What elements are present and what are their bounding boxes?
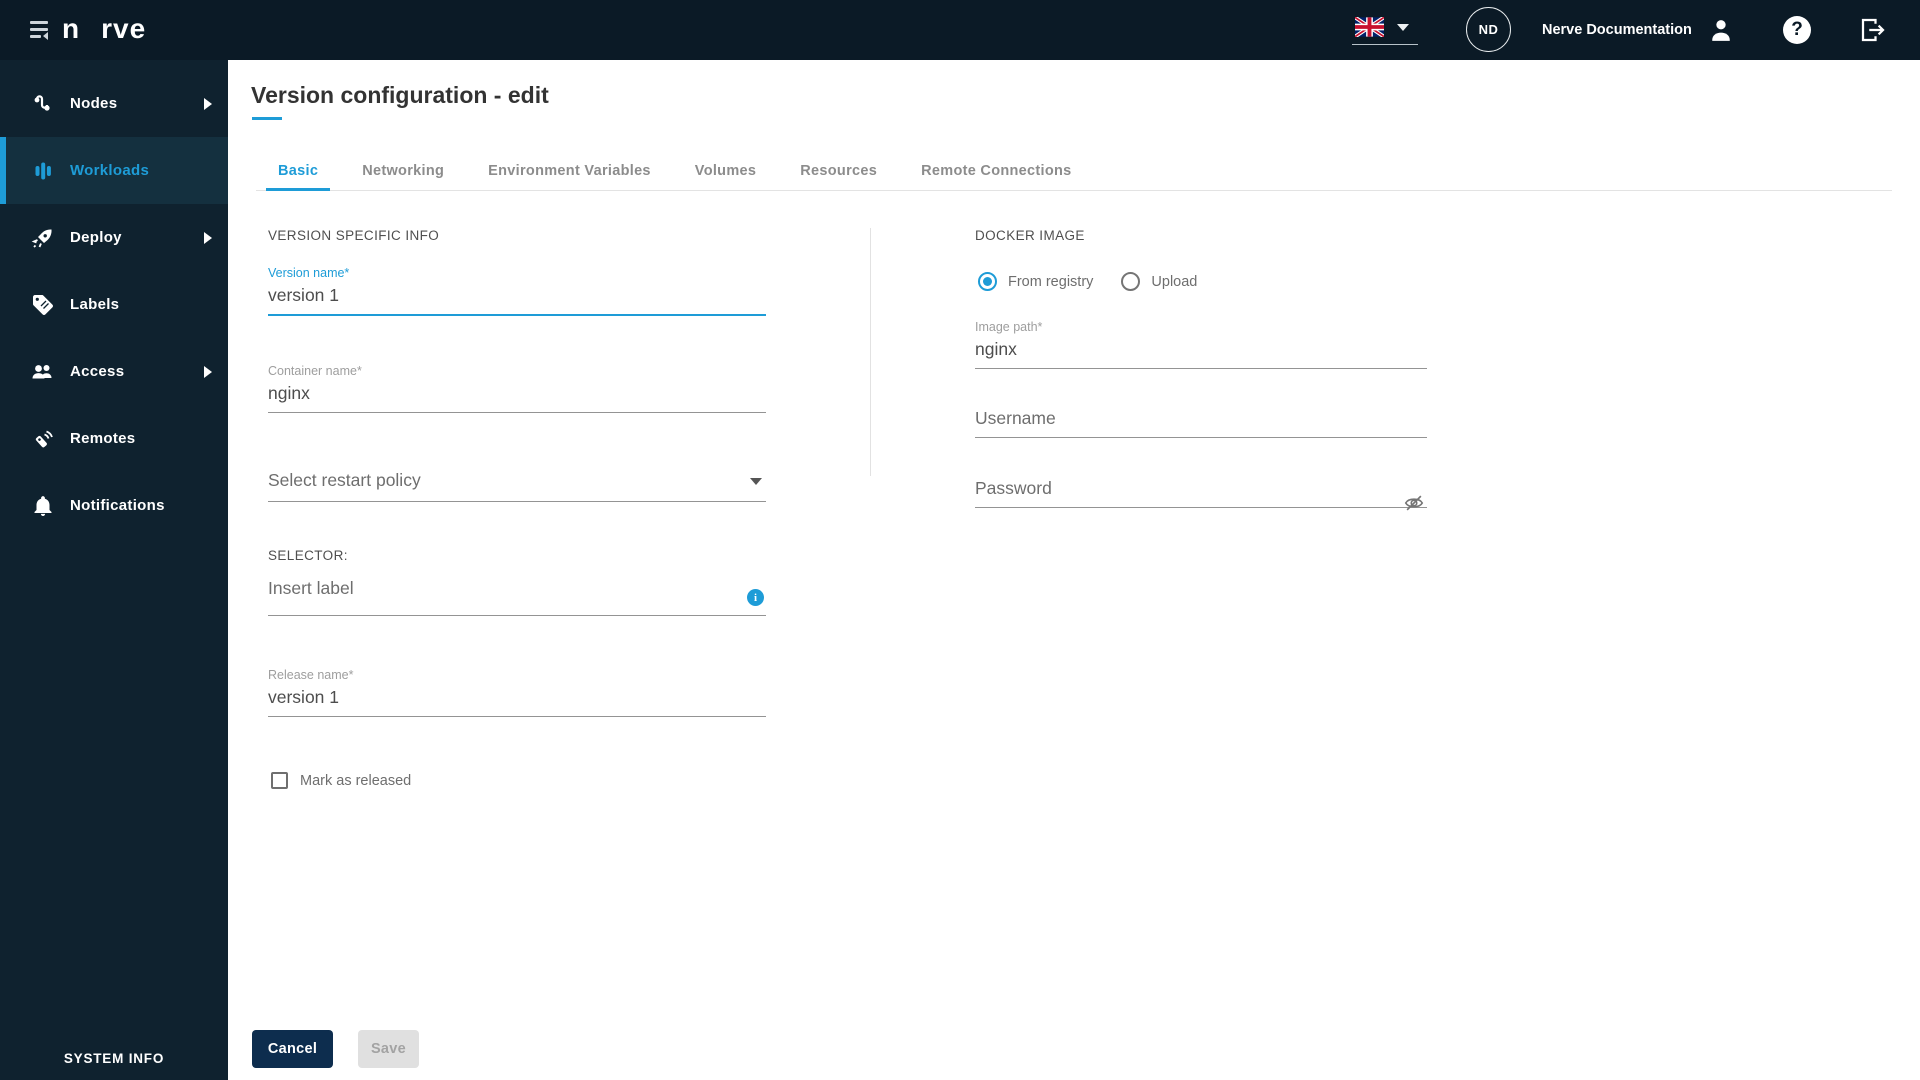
title-accent-bar	[252, 117, 282, 120]
sidebar-item-label: Labels	[70, 296, 120, 313]
from-registry-radio[interactable]	[978, 272, 997, 291]
page-title: Version configuration - edit	[251, 82, 549, 108]
sidebar-item-label: Notifications	[70, 497, 165, 514]
tag-icon	[30, 292, 56, 318]
sidebar: Nodes Workloads Deploy Labels Access Rem…	[0, 60, 228, 1080]
container-name-label: Container name*	[268, 364, 362, 378]
sidebar-item-label: Deploy	[70, 229, 122, 246]
image-path-label: Image path*	[975, 320, 1043, 334]
system-info-button[interactable]: SYSTEM INFO	[0, 1051, 228, 1066]
version-specific-info-header: VERSION SPECIFIC INFO	[268, 228, 440, 243]
image-path-input[interactable]	[975, 337, 1427, 369]
from-registry-label[interactable]: From registry	[1008, 274, 1093, 290]
sidebar-item-notifications[interactable]: Notifications	[0, 472, 228, 539]
docker-image-header: DOCKER IMAGE	[975, 228, 1085, 243]
sidebar-item-nodes[interactable]: Nodes	[0, 70, 228, 137]
version-name-label: Version name*	[268, 266, 350, 280]
image-source-radio-group: From registry Upload	[978, 272, 1197, 291]
deploy-rocket-icon	[30, 225, 56, 251]
sidebar-item-label: Access	[70, 363, 125, 380]
mark-as-released-label: Mark as released	[300, 772, 412, 789]
password-field	[975, 476, 1427, 511]
bell-icon	[30, 493, 56, 519]
release-name-field: Release name*	[268, 668, 766, 717]
logout-icon	[1861, 18, 1885, 42]
workloads-icon	[30, 158, 56, 184]
sidebar-item-workloads[interactable]: Workloads	[0, 137, 228, 204]
person-icon	[1712, 20, 1730, 41]
mark-as-released-checkbox[interactable]: Mark as released	[271, 772, 411, 789]
menu-collapse-icon[interactable]	[30, 19, 50, 41]
tab-remote-connections[interactable]: Remote Connections	[909, 152, 1083, 190]
sidebar-item-access[interactable]: Access	[0, 338, 228, 405]
selector-field: i	[268, 576, 766, 616]
tab-resources[interactable]: Resources	[788, 152, 889, 190]
container-name-input[interactable]	[268, 381, 766, 413]
version-name-field: Version name*	[268, 266, 766, 316]
help-button[interactable]: ?	[1778, 0, 1816, 60]
profile-button[interactable]	[1702, 0, 1740, 60]
restart-policy-select[interactable]: Select restart policy	[268, 468, 766, 502]
username-field	[975, 406, 1427, 438]
logout-button[interactable]	[1854, 0, 1892, 60]
user-avatar[interactable]: ND	[1466, 7, 1511, 52]
tab-basic[interactable]: Basic	[266, 152, 331, 191]
tab-bar: Basic Networking Environment Variables V…	[256, 152, 1892, 191]
remote-control-icon	[30, 426, 56, 452]
sidebar-item-label: Remotes	[70, 430, 136, 447]
tab-environment-variables[interactable]: Environment Variables	[476, 152, 663, 190]
logo-text-start: n	[62, 13, 81, 44]
sidebar-item-deploy[interactable]: Deploy	[0, 204, 228, 271]
main-content: Version configuration - edit Basic Netwo…	[228, 60, 1920, 1080]
question-mark-icon: ?	[1783, 16, 1811, 44]
users-icon	[30, 359, 56, 385]
sidebar-item-labels[interactable]: Labels	[0, 271, 228, 338]
nodes-icon	[30, 91, 56, 117]
sidebar-item-remotes[interactable]: Remotes	[0, 405, 228, 472]
sidebar-item-label: Workloads	[70, 162, 150, 179]
submenu-chevron-icon	[204, 365, 212, 378]
selector-label-input[interactable]	[268, 576, 766, 616]
chevron-down-icon	[1397, 24, 1409, 31]
tab-networking[interactable]: Networking	[350, 152, 456, 190]
release-name-input[interactable]	[268, 685, 766, 717]
eye-off-icon	[1404, 495, 1424, 511]
upload-radio[interactable]	[1121, 272, 1141, 291]
selector-header: SELECTOR:	[268, 548, 348, 563]
release-name-label: Release name*	[268, 668, 354, 682]
uk-flag-icon	[1355, 17, 1384, 37]
cancel-button[interactable]: Cancel	[252, 1030, 333, 1068]
version-name-input[interactable]	[268, 283, 766, 316]
password-visibility-toggle[interactable]	[1403, 492, 1425, 519]
column-divider	[870, 228, 871, 476]
submenu-chevron-icon	[204, 231, 212, 244]
chevron-down-icon	[750, 478, 762, 485]
image-path-field: Image path*	[975, 320, 1427, 369]
nerve-documentation-link[interactable]: Nerve Documentation	[1542, 0, 1692, 60]
info-icon[interactable]: i	[747, 589, 764, 606]
password-input[interactable]	[975, 476, 1427, 508]
upload-label[interactable]: Upload	[1151, 274, 1197, 290]
container-name-field: Container name*	[268, 364, 766, 413]
save-button[interactable]: Save	[358, 1030, 419, 1068]
submenu-chevron-icon	[204, 97, 212, 110]
logo-text-end: rve	[101, 13, 147, 44]
checkbox-icon	[271, 772, 288, 789]
restart-policy-placeholder: Select restart policy	[268, 468, 766, 502]
topbar: n rve ND Nerve Documentation ?	[0, 0, 1920, 60]
username-input[interactable]	[975, 406, 1427, 438]
tab-volumes[interactable]: Volumes	[683, 152, 768, 190]
sidebar-item-label: Nodes	[70, 95, 118, 112]
nerve-logo: n rve	[62, 13, 146, 45]
